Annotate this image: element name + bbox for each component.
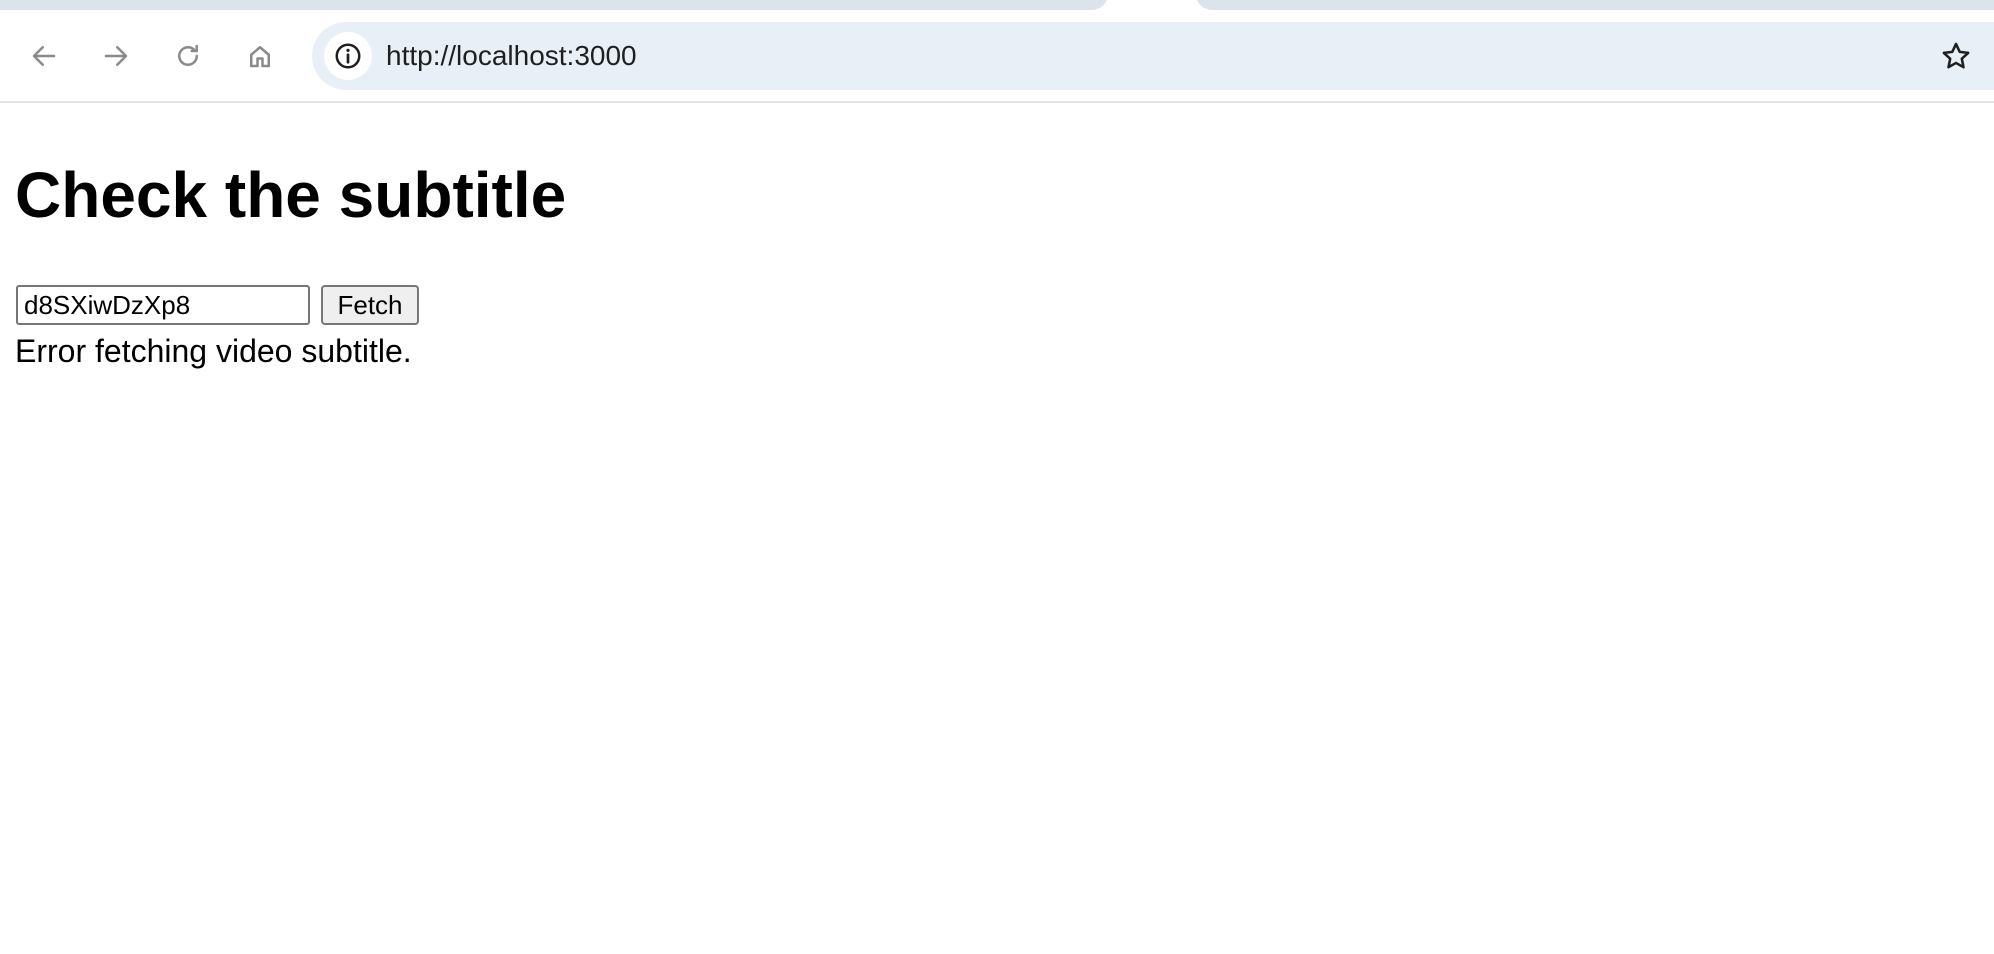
address-bar[interactable]: http://localhost:3000 xyxy=(312,22,1994,90)
reload-button[interactable] xyxy=(168,36,208,76)
star-icon xyxy=(1942,42,1970,69)
tab-strip xyxy=(0,0,1108,10)
arrow-right-icon xyxy=(104,46,128,66)
reload-icon xyxy=(178,44,198,66)
url-text[interactable]: http://localhost:3000 xyxy=(386,40,637,72)
site-info-button[interactable] xyxy=(324,32,372,80)
video-id-input[interactable] xyxy=(16,285,310,325)
error-message: Error fetching video subtitle. xyxy=(15,333,412,369)
home-button[interactable] xyxy=(240,36,280,76)
bookmark-button[interactable] xyxy=(1936,36,1976,76)
back-button[interactable] xyxy=(24,36,64,76)
tab-strip xyxy=(1196,0,1994,10)
fetch-button[interactable]: Fetch xyxy=(321,285,419,325)
browser-toolbar: http://localhost:3000 xyxy=(0,0,1994,103)
forward-button[interactable] xyxy=(96,36,136,76)
page-title: Check the subtitle xyxy=(15,159,567,231)
info-icon xyxy=(335,43,361,69)
home-icon xyxy=(250,46,270,68)
arrow-left-icon xyxy=(32,46,56,66)
page-content: Check the subtitle Fetch Error fetching … xyxy=(0,105,1994,954)
